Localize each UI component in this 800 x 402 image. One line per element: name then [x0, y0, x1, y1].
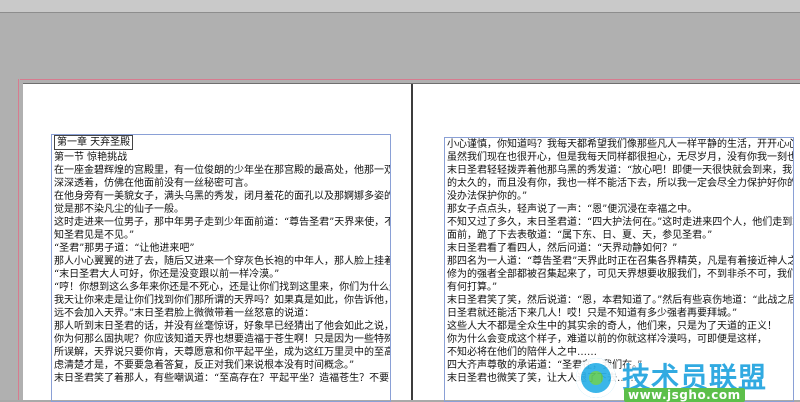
- text-line: 觉是那不染凡尘的仙子一般。: [54, 204, 184, 215]
- text-line: 所误解，天界说只要你肯，天尊愿意和你平起平坐，成为这红万里灵中的至高存在！你要考: [54, 347, 390, 358]
- text-line: 末日圣君笑了笑，然后说道：“恩，本君知道了。”然后有些哀伤地道：“此战之后我末: [447, 295, 794, 306]
- bleed-guide-left: [18, 79, 19, 400]
- text-line: 虽然我们现在也很开心，但是我每天同样都很担心，无尽岁月，没有你我一刻也活不下去。…: [447, 152, 794, 163]
- text-line: 你为什么会变成这个样子，难道以前的你就这样冷漠吗，可即便是这样，: [447, 334, 767, 345]
- text-line: 的太久的，而且没有你，我也一样不能活下去，所以我一定会尽全力保护好你的，不要让我: [447, 178, 794, 189]
- right-text-frame[interactable]: 小心谨慎，你知道吗？我每天都希望我们像那些凡人一样平静的生活，开开心心过每一天！…: [444, 137, 794, 402]
- text-line: 我天让你来走是让你们找到你们那所谓的天界吗？如果真是如此，你告诉他，我末日圣君永: [54, 295, 390, 306]
- chapter-title: 第一章 天弃圣殿: [52, 135, 390, 151]
- text-line: 那四名为一人道：“尊告圣君”天界此时正在召集各界精英，凡是有着接近神人之境: [447, 256, 794, 267]
- text-line: 这时走进来一位男子，那中年男子走到少年面前道：“尊告圣君”天界来使，不: [54, 217, 391, 228]
- text-line: 虑清楚才是，不要要急着答复，反正对我们来说根本没有时间概念。”: [54, 360, 355, 371]
- text-line: 末日圣君也微笑了笑，让大人退了下去……: [447, 373, 637, 384]
- text-line: 远不会加入天界。”末日圣君脸上微微带着一丝怒意的说道：: [54, 308, 315, 319]
- page-spine: [411, 84, 413, 400]
- text-line: 在他身旁有一美貌女子，满头乌黑的秀发，闭月羞花的面孔以及那婀娜多姿的身材，让人感: [54, 191, 390, 202]
- toolbar-strip: [0, 0, 800, 13]
- text-line: 没办法保护你的。”: [447, 191, 528, 202]
- text-line: 有何打算。”: [447, 282, 498, 293]
- text-line: “圣君”那男子道：“让他进来吧”: [54, 243, 195, 254]
- text-line: 你为何那么固执呢？你应该知道天界也想要造福于苍生啊！只是因为一些特殊原因，所以有: [54, 334, 390, 345]
- text-line: 末日圣君看了看四人，然后问道：“天界动静如何？”: [447, 243, 678, 254]
- text-line: “哼！你想到这么多年来你还是不死心，还是让你们找到这里来，你们为什么还要缠着我？: [54, 282, 390, 293]
- text-line: 那女子点点头，轻声说了一声：“恩”便沉浸在幸福之中。: [447, 204, 698, 215]
- text-line: 日圣君就还能活下来几人！哎！只是不知道有多少强者再要拜城。”: [447, 308, 738, 319]
- text-line: 这些人大不都是全众生中的其实余的奇人，他们来，只是为了天道的正义！: [447, 321, 777, 332]
- text-line: “末日圣君大人可好，你还是没变跟以前一样冷漠。”: [54, 269, 280, 280]
- text-line: 在一座金碧辉煌的宫殿里，有一位俊朗的少年坐在那宫殿的最高处，他那一双深黑色的双眼: [54, 165, 390, 176]
- text-line: 修为的强者全部都被召集起来了，可见天界想要收服我们，不到非杀不可，我们是一次生死…: [447, 269, 793, 280]
- text-line: 面前，跪了下去表敬道：“属下东、日、夏、天，参见圣君。”: [447, 230, 713, 241]
- text-line: 知圣君见是不见。”: [54, 230, 135, 241]
- bleed-guide-top: [20, 79, 800, 80]
- text-line: 不知必将在他们的陪伴人之中……: [447, 347, 597, 358]
- text-line: 那人小心翼翼的进了去，随后又进来一个穿灰色长袍的中年人，那人脸上挂着一丝微笑道：: [54, 256, 390, 267]
- text-line: 深深透着，仿佛在他面前没有一丝秘密可言。: [54, 178, 254, 189]
- text-line: 那人听到末日圣君的话，并没有丝毫惊讶，好象早已经猜出了他会如此之说，继续道：“末…: [54, 321, 390, 332]
- text-line: 末日圣君笑了着那人，有些嘲讽道：“至高存在？平起平坐？造福苍生？不要以为本君不知: [54, 373, 390, 384]
- text-line: 末日圣君轻轻拨弄着他那乌黑的秀发道：“放心吧！即便一天很快就会到来，我不会让你等: [447, 165, 793, 176]
- section-title: 第一节 惊艳挑战: [54, 152, 128, 163]
- text-line: 不知又过了多久，末日圣君道：“四大护法何在。”这时走进来四个人，他们走到末日圣君: [447, 217, 794, 228]
- left-text-frame[interactable]: 第一章 天弃圣殿 第一节 惊艳挑战 在一座金碧辉煌的宫殿里，有一位俊朗的少年坐在…: [51, 134, 391, 402]
- text-line: 四大齐声尊敬的承诺道：“圣君在，我们在。”: [447, 360, 643, 371]
- text-line: 小心谨慎，你知道吗？我每天都希望我们像那些凡人一样平静的生活，开开心心过每一天！: [447, 139, 794, 150]
